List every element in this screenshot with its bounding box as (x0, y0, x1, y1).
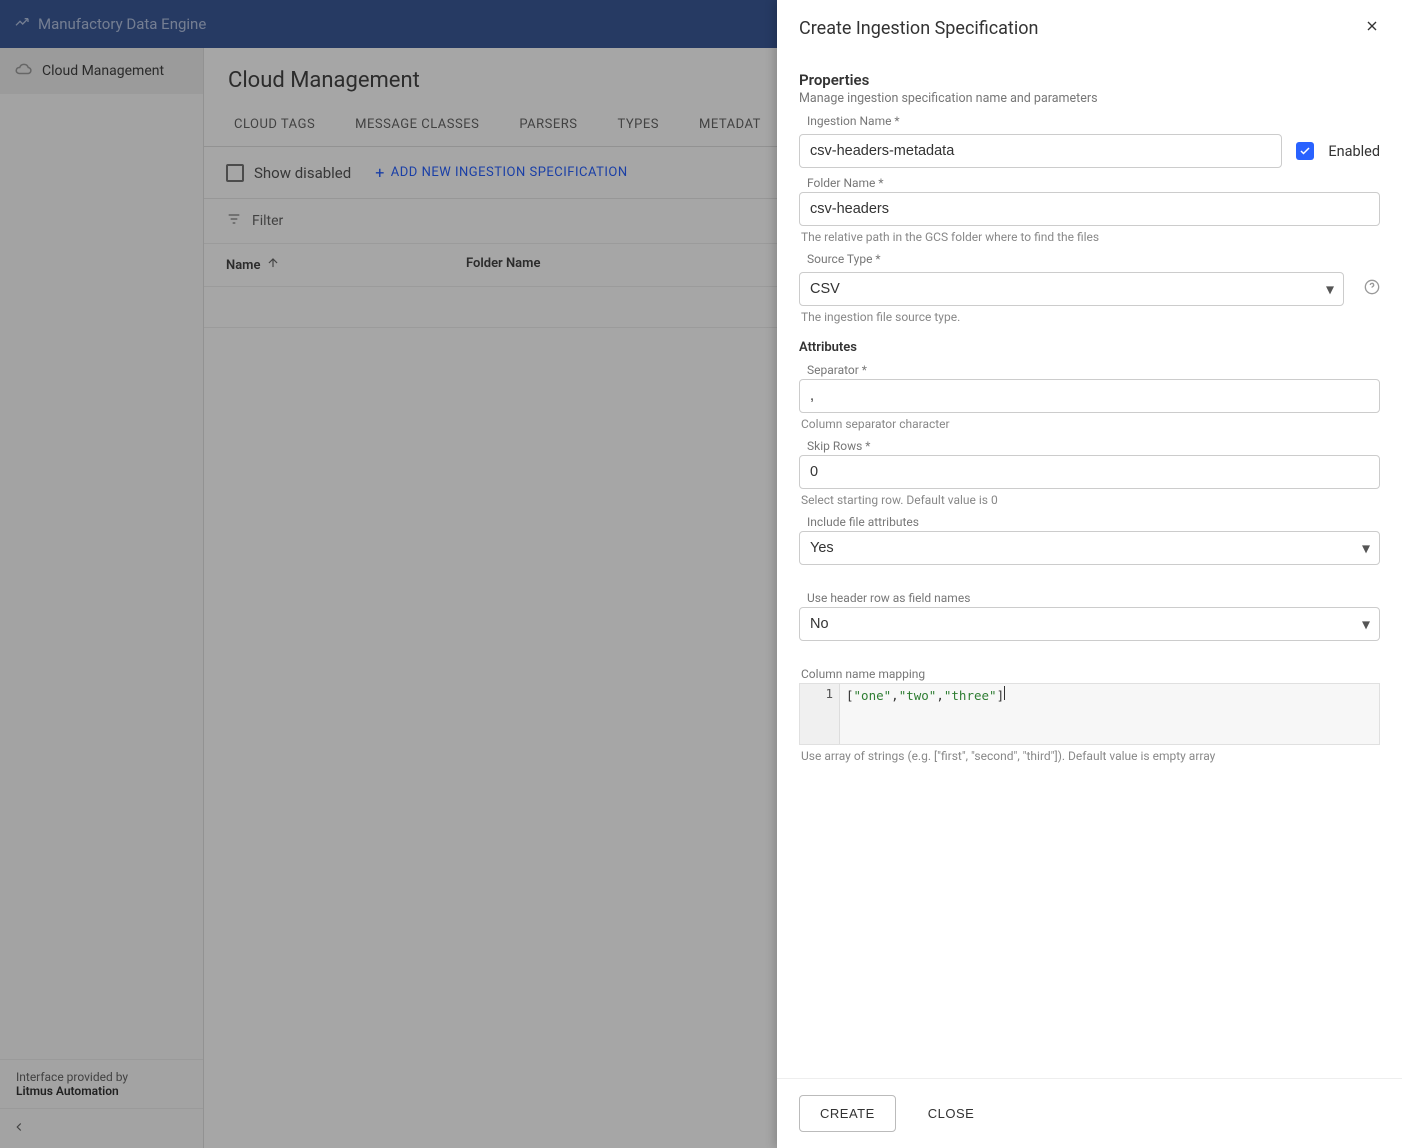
drawer-title: Create Ingestion Specification (799, 18, 1038, 39)
separator-input[interactable] (799, 379, 1380, 413)
create-button[interactable]: CREATE (799, 1095, 896, 1132)
text-cursor (1004, 686, 1005, 700)
skiprows-input[interactable] (799, 455, 1380, 489)
enabled-label: Enabled (1328, 143, 1380, 160)
properties-title: Properties (799, 71, 1380, 89)
editor-content[interactable]: ["one","two","three"] (840, 684, 1379, 744)
attributes-title: Attributes (799, 340, 1380, 355)
header-row-label: Use header row as field names (807, 591, 1380, 605)
editor-gutter: 1 (800, 684, 840, 744)
close-icon[interactable] (1364, 18, 1380, 39)
drawer-header: Create Ingestion Specification (777, 0, 1402, 51)
include-attrs-label: Include file attributes (807, 515, 1380, 529)
header-row-select[interactable] (799, 607, 1380, 641)
colmap-label: Column name mapping (801, 667, 1380, 681)
source-type-select[interactable] (799, 272, 1344, 306)
ingestion-name-input[interactable] (799, 134, 1282, 168)
source-type-helper: The ingestion file source type. (801, 310, 1380, 324)
skiprows-helper: Select starting row. Default value is 0 (801, 493, 1380, 507)
include-attrs-select[interactable] (799, 531, 1380, 565)
enabled-checkbox[interactable] (1296, 142, 1314, 160)
folder-name-helper: The relative path in the GCS folder wher… (801, 230, 1380, 244)
help-icon[interactable] (1364, 279, 1380, 299)
close-button[interactable]: CLOSE (912, 1096, 991, 1131)
separator-helper: Column separator character (801, 417, 1380, 431)
skiprows-label: Skip Rows * (807, 439, 1380, 453)
source-type-label: Source Type * (807, 252, 1380, 266)
drawer-body: Properties Manage ingestion specificatio… (777, 51, 1402, 1078)
create-ingestion-drawer: Create Ingestion Specification Propertie… (777, 0, 1402, 1148)
folder-name-label: Folder Name * (807, 176, 1380, 190)
drawer-footer: CREATE CLOSE (777, 1078, 1402, 1148)
folder-name-input[interactable] (799, 192, 1380, 226)
ingestion-name-label: Ingestion Name * (807, 114, 1380, 128)
properties-subtitle: Manage ingestion specification name and … (799, 91, 1380, 106)
column-mapping-editor[interactable]: 1 ["one","two","three"] (799, 683, 1380, 745)
separator-label: Separator * (807, 363, 1380, 377)
colmap-helper: Use array of strings (e.g. ["first", "se… (801, 749, 1380, 763)
